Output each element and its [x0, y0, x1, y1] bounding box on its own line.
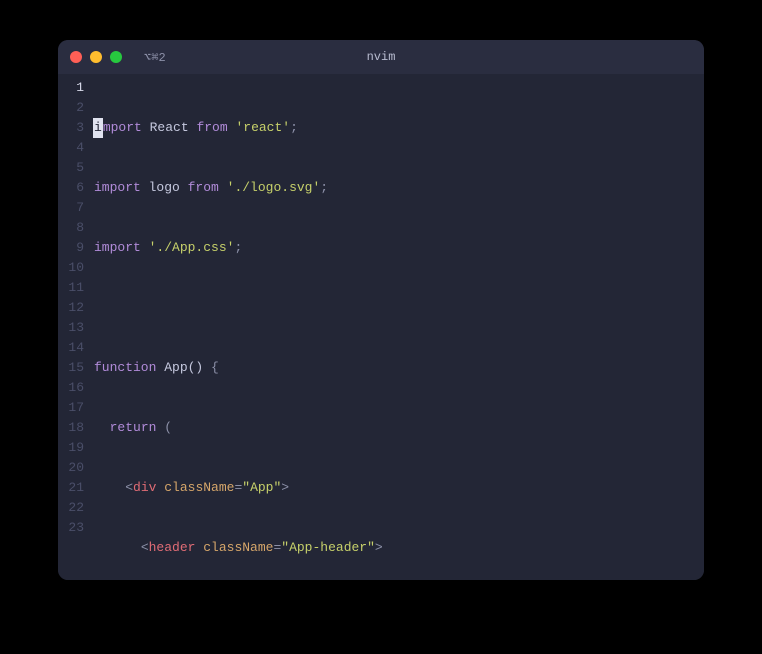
line-number: 8 [58, 218, 84, 238]
code-line: return ( [94, 418, 704, 438]
traffic-lights [70, 51, 122, 63]
code-line: <header className="App-header"> [94, 538, 704, 558]
close-icon[interactable] [70, 51, 82, 63]
line-number: 10 [58, 258, 84, 278]
line-number: 22 [58, 498, 84, 518]
titlebar-shortcut: ⌥⌘2 [144, 50, 166, 65]
editor[interactable]: 1 2 3 4 5 6 7 8 9 10 11 12 13 14 15 16 1… [58, 74, 704, 580]
code-line: import React from 'react'; [94, 118, 704, 138]
line-number: 9 [58, 238, 84, 258]
titlebar: ⌥⌘2 nvim [58, 40, 704, 74]
minimize-icon[interactable] [90, 51, 102, 63]
line-number: 1 [58, 78, 84, 98]
line-number: 16 [58, 378, 84, 398]
code-line: import './App.css'; [94, 238, 704, 258]
cursor: i [93, 118, 103, 138]
window-title: nvim [367, 50, 396, 64]
line-number: 5 [58, 158, 84, 178]
line-number: 20 [58, 458, 84, 478]
code-line: function App() { [94, 358, 704, 378]
maximize-icon[interactable] [110, 51, 122, 63]
terminal-window: ⌥⌘2 nvim 1 2 3 4 5 6 7 8 9 10 11 12 13 1… [58, 40, 704, 580]
line-number: 12 [58, 298, 84, 318]
line-number: 19 [58, 438, 84, 458]
code-line [94, 298, 704, 318]
line-number: 13 [58, 318, 84, 338]
code-area[interactable]: 1 2 3 4 5 6 7 8 9 10 11 12 13 14 15 16 1… [58, 74, 704, 580]
line-number: 23 [58, 518, 84, 538]
line-number: 21 [58, 478, 84, 498]
line-number: 11 [58, 278, 84, 298]
line-number: 17 [58, 398, 84, 418]
code-content[interactable]: import React from 'react'; import logo f… [88, 78, 704, 580]
code-line: <div className="App"> [94, 478, 704, 498]
line-number: 15 [58, 358, 84, 378]
code-line: import logo from './logo.svg'; [94, 178, 704, 198]
line-number: 18 [58, 418, 84, 438]
line-number: 14 [58, 338, 84, 358]
line-number: 6 [58, 178, 84, 198]
line-number: 4 [58, 138, 84, 158]
line-number: 2 [58, 98, 84, 118]
line-number: 7 [58, 198, 84, 218]
line-number-gutter: 1 2 3 4 5 6 7 8 9 10 11 12 13 14 15 16 1… [58, 78, 88, 580]
line-number: 3 [58, 118, 84, 138]
